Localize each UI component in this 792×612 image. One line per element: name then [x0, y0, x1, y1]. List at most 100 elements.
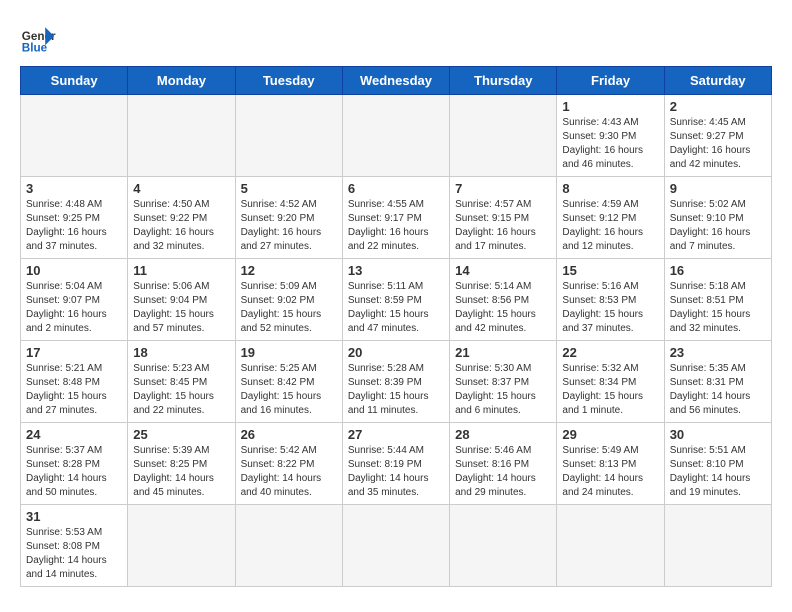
day-info: Sunrise: 5:30 AM Sunset: 8:37 PM Dayligh… — [455, 362, 551, 418]
weekday-header-saturday: Saturday — [664, 67, 771, 95]
weekday-header-friday: Friday — [557, 67, 664, 95]
day-info: Sunrise: 4:45 AM Sunset: 9:27 PM Dayligh… — [670, 116, 766, 172]
weekday-header-thursday: Thursday — [450, 67, 557, 95]
calendar-week-2: 3Sunrise: 4:48 AM Sunset: 9:25 PM Daylig… — [21, 177, 772, 259]
calendar-cell: 13Sunrise: 5:11 AM Sunset: 8:59 PM Dayli… — [342, 259, 449, 341]
day-info: Sunrise: 5:44 AM Sunset: 8:19 PM Dayligh… — [348, 444, 444, 500]
day-info: Sunrise: 4:57 AM Sunset: 9:15 PM Dayligh… — [455, 198, 551, 254]
day-number: 23 — [670, 345, 766, 360]
day-number: 27 — [348, 427, 444, 442]
calendar-cell: 28 Sunrise: 5:46 AM Sunset: 8:16 PM Dayli… — [450, 423, 557, 505]
calendar-cell — [342, 95, 449, 177]
weekday-header-tuesday: Tuesday — [235, 67, 342, 95]
calendar-week-6: 31 Sunrise: 5:53 AM Sunset: 8:08 PM Dayli… — [21, 505, 772, 587]
calendar-cell: 27 Sunrise: 5:44 AM Sunset: 8:19 PM Dayli… — [342, 423, 449, 505]
day-info: Sunrise: 5:02 AM Sunset: 9:10 PM Dayligh… — [670, 198, 766, 254]
day-info: Sunrise: 5:35 AM Sunset: 8:31 PM Dayligh… — [670, 362, 766, 418]
day-number: 1 — [562, 99, 658, 114]
day-info: Sunrise: 5:23 AM Sunset: 8:45 PM Dayligh… — [133, 362, 229, 418]
day-info: Sunrise: 5:09 AM Sunset: 9:02 PM Dayligh… — [241, 280, 337, 336]
calendar-cell: 6Sunrise: 4:55 AM Sunset: 9:17 PM Daylig… — [342, 177, 449, 259]
calendar-cell: 15Sunrise: 5:16 AM Sunset: 8:53 PM Dayli… — [557, 259, 664, 341]
day-number: 15 — [562, 263, 658, 278]
calendar-cell: 12 Sunrise: 5:09 AM Sunset: 9:02 PM Dayli… — [235, 259, 342, 341]
calendar-week-4: 17 Sunrise: 5:21 AM Sunset: 8:48 PM Dayli… — [21, 341, 772, 423]
day-info: Sunrise: 5:39 AM Sunset: 8:25 PM Dayligh… — [133, 444, 229, 500]
day-info: Sunrise: 4:48 AM Sunset: 9:25 PM Dayligh… — [26, 198, 122, 254]
day-info: Sunrise: 5:37 AM Sunset: 8:28 PM Dayligh… — [26, 444, 122, 500]
day-info: Sunrise: 5:49 AM Sunset: 8:13 PM Dayligh… — [562, 444, 658, 500]
day-number: 29 — [562, 427, 658, 442]
calendar-cell — [128, 95, 235, 177]
day-info: Sunrise: 5:51 AM Sunset: 8:10 PM Dayligh… — [670, 444, 766, 500]
calendar-cell: 21 Sunrise: 5:30 AM Sunset: 8:37 PM Dayli… — [450, 341, 557, 423]
calendar-cell: 26 Sunrise: 5:42 AM Sunset: 8:22 PM Dayli… — [235, 423, 342, 505]
calendar-cell: 23 Sunrise: 5:35 AM Sunset: 8:31 PM Dayli… — [664, 341, 771, 423]
calendar-cell: 5 Sunrise: 4:52 AM Sunset: 9:20 PM Daylig… — [235, 177, 342, 259]
day-info: Sunrise: 5:53 AM Sunset: 8:08 PM Dayligh… — [26, 526, 122, 582]
day-info: Sunrise: 4:50 AM Sunset: 9:22 PM Dayligh… — [133, 198, 229, 254]
calendar-week-1: 1Sunrise: 4:43 AM Sunset: 9:30 PM Daylig… — [21, 95, 772, 177]
calendar-cell: 30 Sunrise: 5:51 AM Sunset: 8:10 PM Dayli… — [664, 423, 771, 505]
day-info: Sunrise: 5:04 AM Sunset: 9:07 PM Dayligh… — [26, 280, 122, 336]
day-number: 26 — [241, 427, 337, 442]
calendar-cell: 17 Sunrise: 5:21 AM Sunset: 8:48 PM Dayli… — [21, 341, 128, 423]
day-number: 17 — [26, 345, 122, 360]
day-number: 10 — [26, 263, 122, 278]
day-info: Sunrise: 5:25 AM Sunset: 8:42 PM Dayligh… — [241, 362, 337, 418]
day-info: Sunrise: 5:46 AM Sunset: 8:16 PM Dayligh… — [455, 444, 551, 500]
calendar-cell: 1Sunrise: 4:43 AM Sunset: 9:30 PM Daylig… — [557, 95, 664, 177]
day-info: Sunrise: 5:06 AM Sunset: 9:04 PM Dayligh… — [133, 280, 229, 336]
calendar-cell — [235, 95, 342, 177]
calendar-cell: 20Sunrise: 5:28 AM Sunset: 8:39 PM Dayli… — [342, 341, 449, 423]
day-info: Sunrise: 5:11 AM Sunset: 8:59 PM Dayligh… — [348, 280, 444, 336]
day-number: 4 — [133, 181, 229, 196]
calendar-cell: 7Sunrise: 4:57 AM Sunset: 9:15 PM Daylig… — [450, 177, 557, 259]
day-number: 8 — [562, 181, 658, 196]
calendar-cell: 11 Sunrise: 5:06 AM Sunset: 9:04 PM Dayli… — [128, 259, 235, 341]
day-number: 30 — [670, 427, 766, 442]
calendar-cell: 16 Sunrise: 5:18 AM Sunset: 8:51 PM Dayli… — [664, 259, 771, 341]
calendar-cell: 14Sunrise: 5:14 AM Sunset: 8:56 PM Dayli… — [450, 259, 557, 341]
day-info: Sunrise: 5:18 AM Sunset: 8:51 PM Dayligh… — [670, 280, 766, 336]
calendar-week-5: 24 Sunrise: 5:37 AM Sunset: 8:28 PM Dayli… — [21, 423, 772, 505]
day-number: 24 — [26, 427, 122, 442]
calendar-cell: 29 Sunrise: 5:49 AM Sunset: 8:13 PM Dayli… — [557, 423, 664, 505]
day-number: 19 — [241, 345, 337, 360]
day-number: 21 — [455, 345, 551, 360]
weekday-header-sunday: Sunday — [21, 67, 128, 95]
day-number: 12 — [241, 263, 337, 278]
calendar-cell: 4 Sunrise: 4:50 AM Sunset: 9:22 PM Daylig… — [128, 177, 235, 259]
calendar-cell — [664, 505, 771, 587]
calendar-cell — [128, 505, 235, 587]
weekday-header-row: SundayMondayTuesdayWednesdayThursdayFrid… — [21, 67, 772, 95]
calendar-cell: 10 Sunrise: 5:04 AM Sunset: 9:07 PM Dayli… — [21, 259, 128, 341]
logo-icon: General Blue — [20, 20, 56, 56]
calendar-cell: 22Sunrise: 5:32 AM Sunset: 8:34 PM Dayli… — [557, 341, 664, 423]
calendar-cell — [342, 505, 449, 587]
calendar-cell — [450, 95, 557, 177]
day-info: Sunrise: 5:21 AM Sunset: 8:48 PM Dayligh… — [26, 362, 122, 418]
day-number: 11 — [133, 263, 229, 278]
day-number: 14 — [455, 263, 551, 278]
day-number: 16 — [670, 263, 766, 278]
day-number: 18 — [133, 345, 229, 360]
logo: General Blue — [20, 20, 56, 56]
day-number: 9 — [670, 181, 766, 196]
weekday-header-wednesday: Wednesday — [342, 67, 449, 95]
day-number: 28 — [455, 427, 551, 442]
calendar-cell: 24 Sunrise: 5:37 AM Sunset: 8:28 PM Dayli… — [21, 423, 128, 505]
calendar-cell: 2 Sunrise: 4:45 AM Sunset: 9:27 PM Daylig… — [664, 95, 771, 177]
day-info: Sunrise: 5:42 AM Sunset: 8:22 PM Dayligh… — [241, 444, 337, 500]
day-number: 5 — [241, 181, 337, 196]
calendar-cell: 31 Sunrise: 5:53 AM Sunset: 8:08 PM Dayli… — [21, 505, 128, 587]
svg-text:Blue: Blue — [22, 42, 48, 55]
day-info: Sunrise: 4:59 AM Sunset: 9:12 PM Dayligh… — [562, 198, 658, 254]
calendar-cell: 18 Sunrise: 5:23 AM Sunset: 8:45 PM Dayli… — [128, 341, 235, 423]
day-info: Sunrise: 4:52 AM Sunset: 9:20 PM Dayligh… — [241, 198, 337, 254]
day-info: Sunrise: 4:55 AM Sunset: 9:17 PM Dayligh… — [348, 198, 444, 254]
calendar-table: SundayMondayTuesdayWednesdayThursdayFrid… — [20, 66, 772, 587]
calendar-cell — [450, 505, 557, 587]
day-number: 31 — [26, 509, 122, 524]
day-number: 2 — [670, 99, 766, 114]
